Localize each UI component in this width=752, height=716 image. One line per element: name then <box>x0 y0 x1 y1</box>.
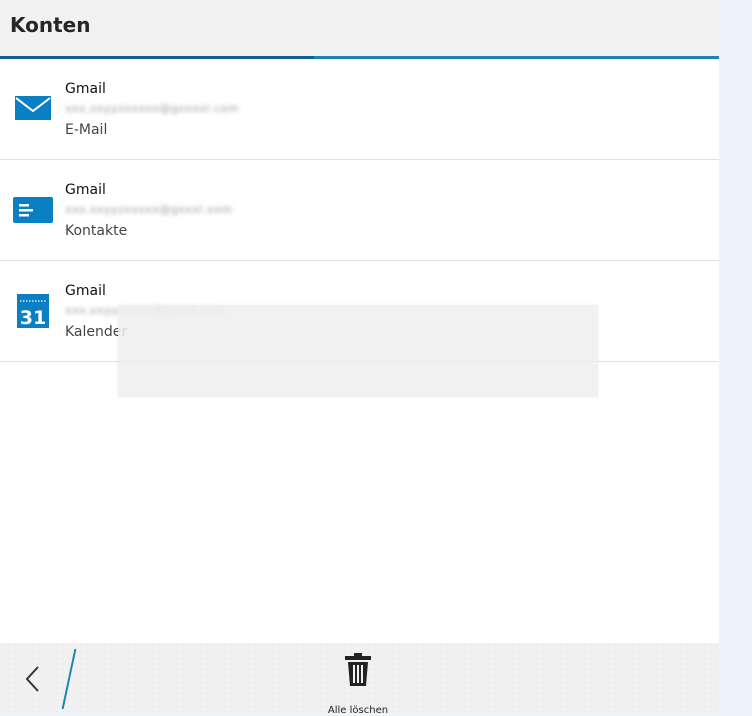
account-name: Gmail <box>65 182 106 198</box>
account-email: xxx.xxyyzxxxxx@gxxxxl.com <box>65 102 239 115</box>
account-name: Gmail <box>65 81 106 97</box>
page-title: Konten <box>10 13 91 37</box>
calendar-icon: 31 <box>13 292 53 329</box>
account-type: Kontakte <box>65 223 128 239</box>
account-row-contacts[interactable]: Gmail xxx.xxyyzxxxxx@gxxxl.xxm Kontakte <box>0 160 719 261</box>
action-bar: Alle löschen <box>0 643 719 716</box>
trash-icon <box>343 652 373 688</box>
action-bar-divider <box>61 649 77 709</box>
delete-all-button[interactable]: Alle löschen <box>318 651 398 716</box>
account-row-email[interactable]: Gmail xxx.xxyyzxxxxx@gxxxxl.com E-Mail <box>0 59 719 160</box>
account-name: Gmail <box>65 283 106 299</box>
title-bar: Konten <box>0 0 719 56</box>
delete-all-label: Alle löschen <box>327 705 389 716</box>
back-button[interactable] <box>18 663 48 695</box>
accounts-screen: Konten Gmail xxx.xxyyzxxxxx@gxxxxl.com E… <box>0 0 719 716</box>
account-type: E-Mail <box>65 122 108 138</box>
calendar-day: 31 <box>20 307 46 328</box>
fading-overlay <box>118 305 598 397</box>
chevron-left-icon <box>25 666 39 692</box>
account-email: xxx.xxyyzxxxxx@gxxxl.xxm <box>65 203 233 216</box>
contacts-icon <box>13 191 53 227</box>
mail-icon <box>13 90 53 126</box>
